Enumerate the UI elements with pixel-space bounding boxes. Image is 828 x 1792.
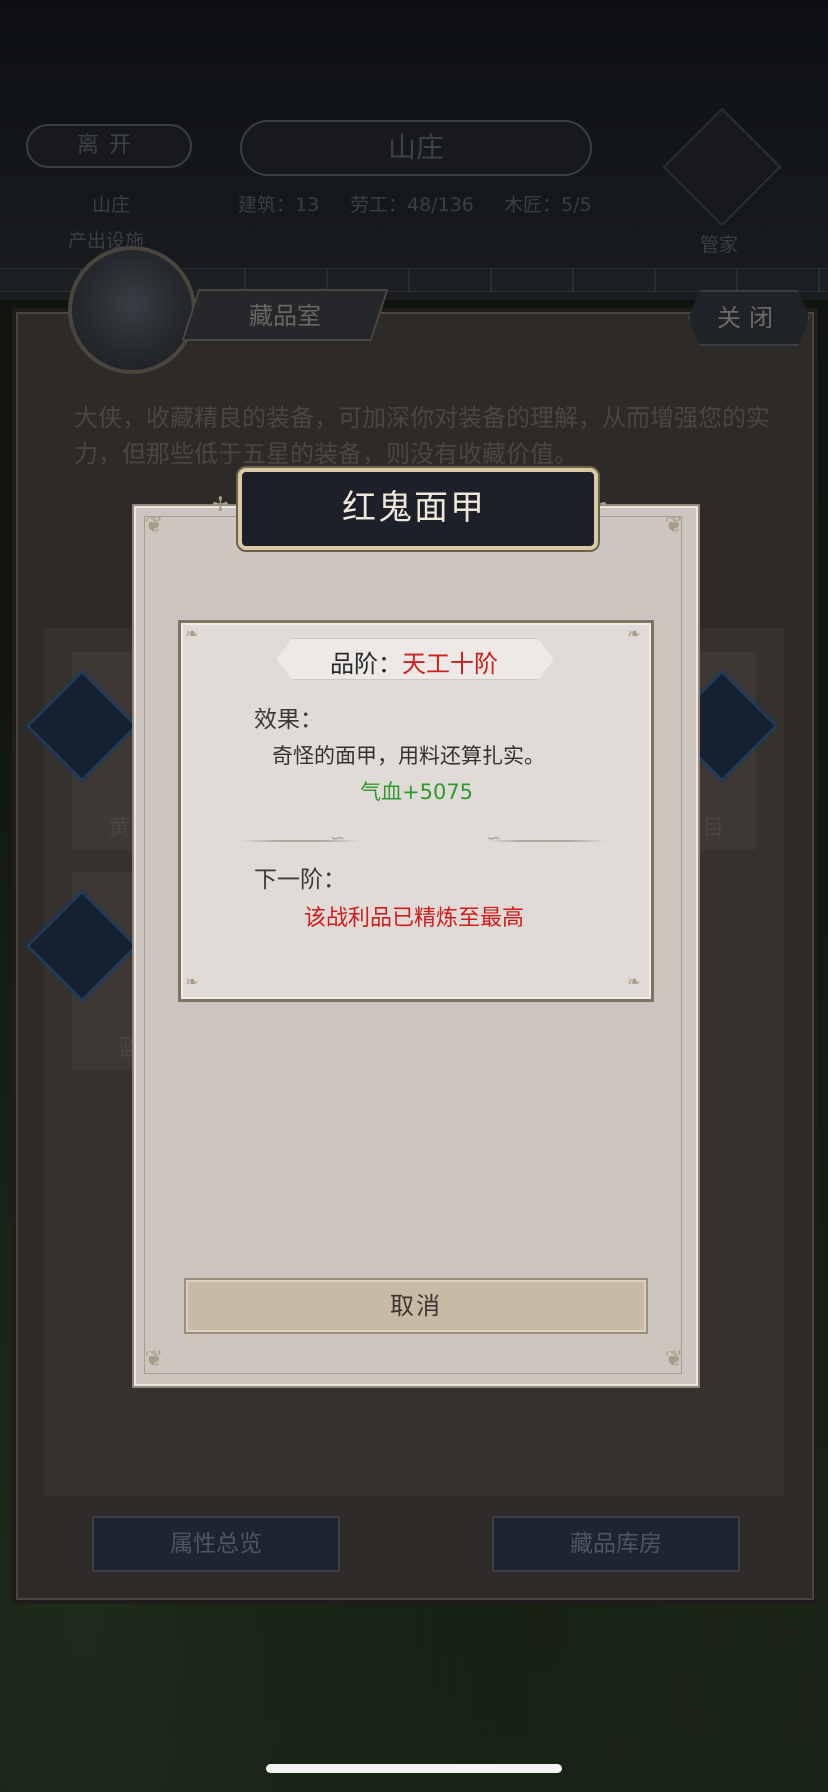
corner-ornament-icon: ❦ [144,513,164,538]
corner-ornament-icon: ❦ [144,1347,164,1372]
stat-bonus: 气血+5075 [360,780,474,804]
corner-ornament-icon: ❦ [664,1347,684,1372]
corner-ornament-icon: ❧ [185,972,199,991]
effect-label: 效果： [254,707,323,733]
divider-right [486,840,606,842]
pavilion-emblem-icon [68,246,196,374]
panel-intro-text: 大侠，收藏精良的装备，可加深你对装备的理解，从而增强您的实力，但那些低于五星的装… [74,404,770,468]
flourish-right-icon: ∽ [486,828,502,849]
housekeeper-label: 管家 [700,234,739,256]
max-refined-note: 该战利品已精炼至最高 [304,906,525,931]
stat-buildings: 建筑：13 [238,194,320,216]
cancel-button[interactable]: 取消 [184,1278,648,1334]
collection-storage-button[interactable]: 藏品库房 [492,1516,740,1572]
dialog-title: 红鬼面甲 [342,488,486,528]
attribute-overview-button[interactable]: 属性总览 [92,1516,340,1572]
stat-laborers: 劳工：48/136 [350,194,474,216]
home-indicator[interactable] [266,1764,562,1773]
leave-button[interactable]: 离开 [26,124,192,168]
item-description: 奇怪的面甲，用料还算扎实。 [272,744,545,768]
grade-value: 天工十阶 [402,650,498,678]
grade-label: 品阶： [330,650,402,678]
stat-carpenters: 木匠：5/5 [504,194,592,216]
corner-ornament-icon: ❧ [627,972,641,991]
card-label: 黄 [108,816,131,841]
corner-ornament-icon: ❦ [664,513,684,538]
corner-ornament-icon: ❧ [185,624,199,643]
location-sub-label: 山庄 [92,194,131,216]
next-grade-label: 下一阶： [254,867,346,893]
location-title: 山庄 [240,120,592,176]
corner-ornament-icon: ❧ [627,624,641,643]
flourish-left-icon: ∽ [330,828,346,849]
close-button[interactable]: 关闭 [688,290,810,346]
panel-title: 藏品室 [249,302,321,330]
